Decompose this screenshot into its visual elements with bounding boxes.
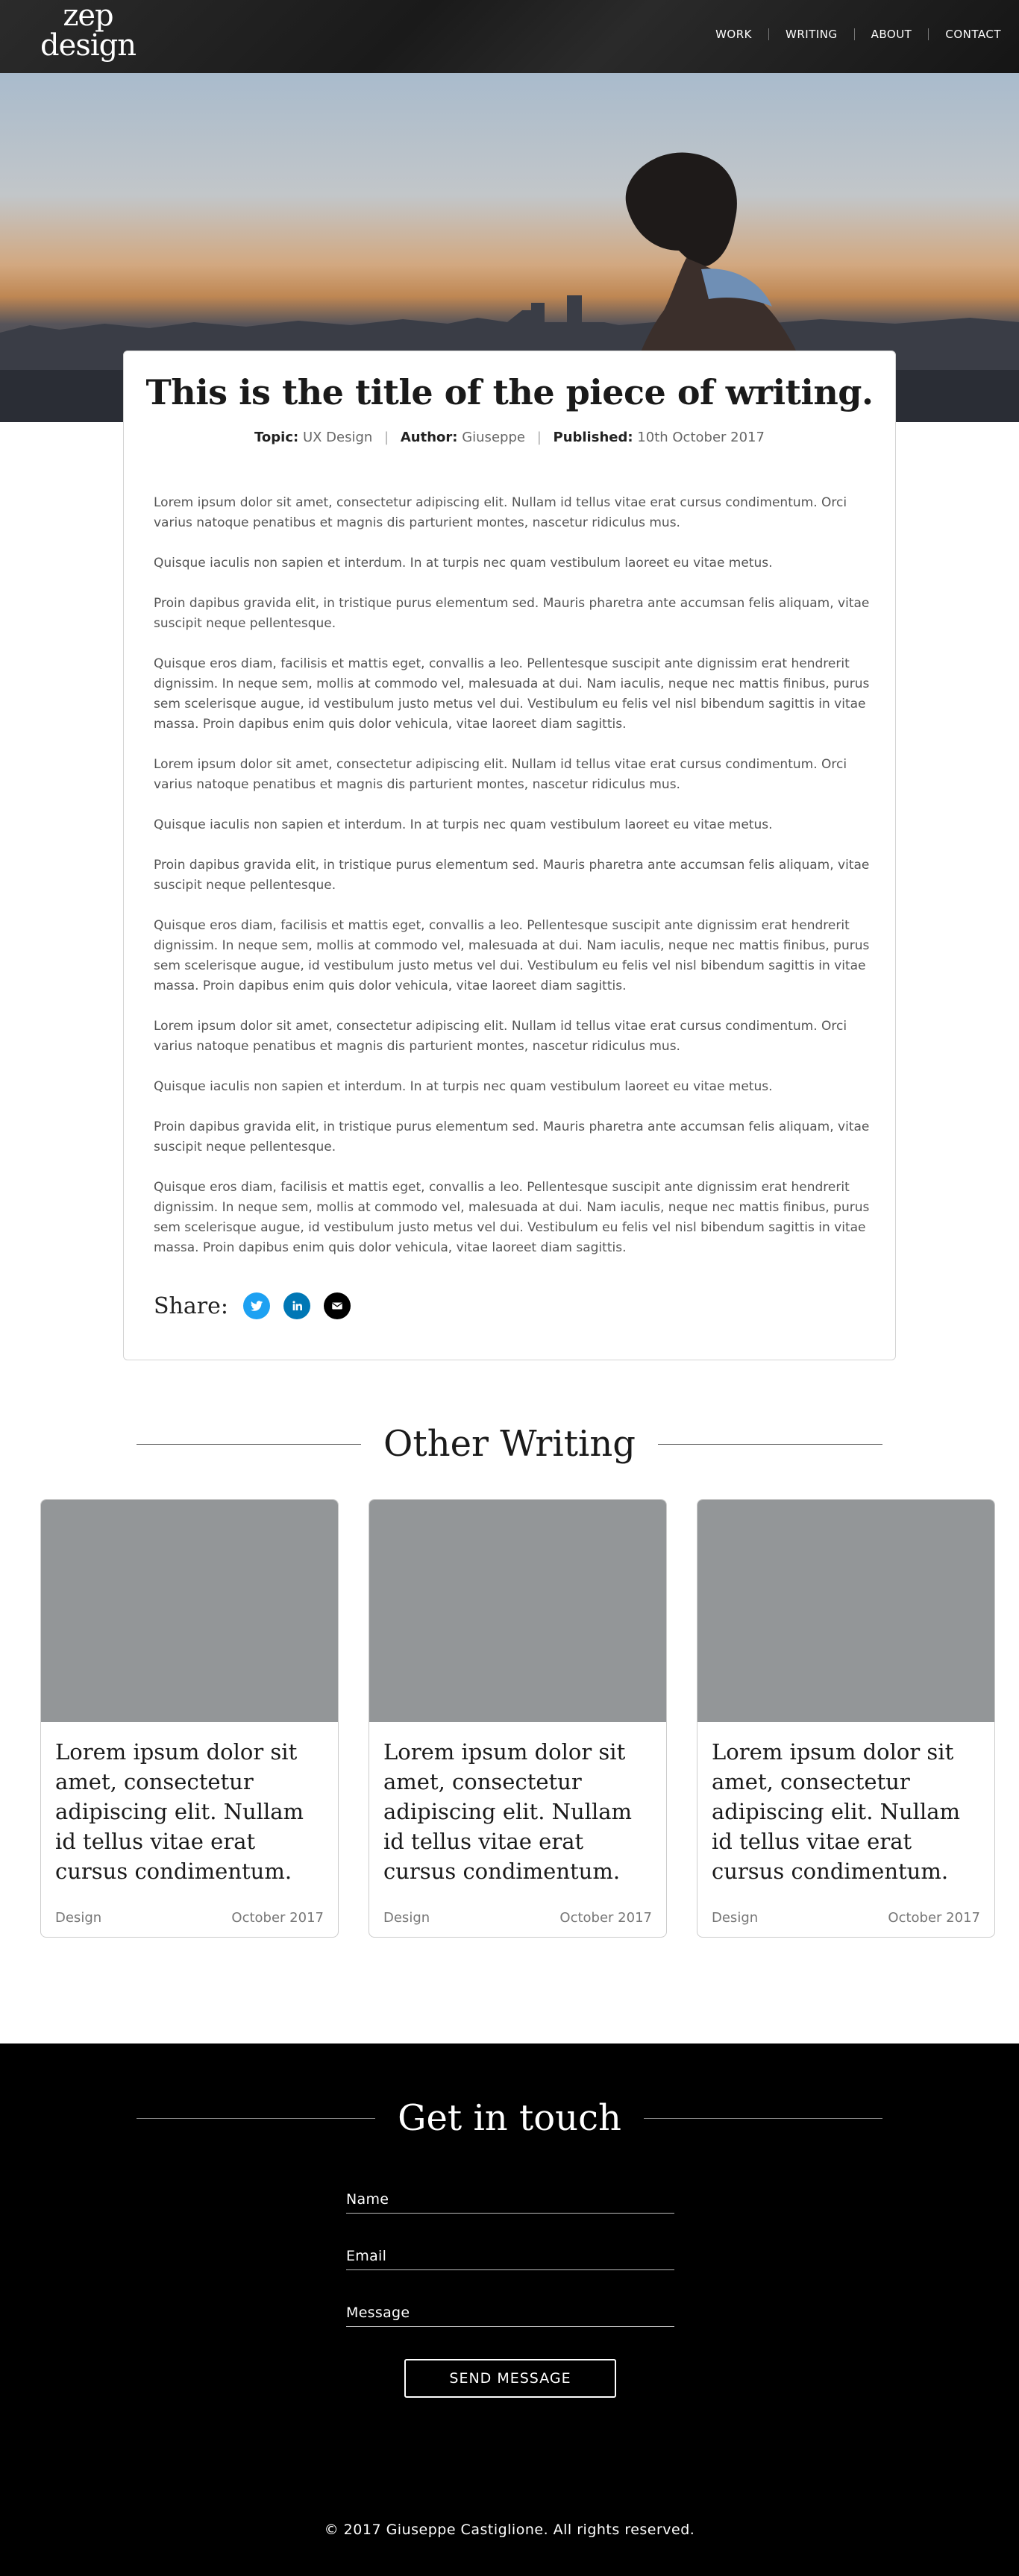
meta-divider: | bbox=[536, 430, 542, 445]
card-category: Design bbox=[55, 1910, 102, 1926]
card-category: Design bbox=[712, 1910, 759, 1926]
linkedin-icon[interactable] bbox=[283, 1292, 310, 1319]
divider-line bbox=[643, 2117, 882, 2119]
message-field[interactable]: Message bbox=[346, 2297, 674, 2327]
nav-link-about[interactable]: ABOUT bbox=[853, 28, 929, 40]
divider-line bbox=[657, 1443, 883, 1445]
share-bar: Share: bbox=[154, 1292, 364, 1319]
card-date: October 2017 bbox=[559, 1910, 652, 1926]
divider-line bbox=[137, 2117, 376, 2119]
paragraph: Quisque eros diam, facilisis et mattis e… bbox=[154, 918, 870, 993]
name-field[interactable]: Name bbox=[346, 2184, 674, 2214]
contact-header: Get in touch bbox=[137, 2097, 882, 2139]
published-label: Published: bbox=[553, 430, 633, 445]
share-label: Share: bbox=[154, 1292, 228, 1319]
topic-value: UX Design bbox=[302, 430, 373, 445]
card-date: October 2017 bbox=[231, 1910, 324, 1926]
logo[interactable]: zep design bbox=[36, 1, 140, 61]
meta-divider: | bbox=[384, 430, 389, 445]
paragraph: Quisque iaculis non sapien et interdum. … bbox=[154, 1079, 773, 1094]
name-label: Name bbox=[346, 2191, 389, 2208]
published-value: 10th October 2017 bbox=[637, 430, 765, 445]
card-image-placeholder bbox=[41, 1500, 338, 1722]
nav-link-work[interactable]: WORK bbox=[699, 28, 768, 40]
paragraph: Lorem ipsum dolor sit amet, consectetur … bbox=[154, 495, 847, 530]
other-writing-header: Other Writing bbox=[137, 1423, 883, 1465]
card-title[interactable]: Lorem ipsum dolor sit amet, consectetur … bbox=[712, 1737, 984, 1886]
card-image-placeholder bbox=[697, 1500, 994, 1722]
nav-links: WORK WRITING ABOUT CONTACT bbox=[699, 28, 1001, 40]
article-body: Lorem ipsum dolor sit amet, consectetur … bbox=[154, 493, 870, 1278]
article-card: This is the title of the piece of writin… bbox=[123, 351, 896, 1360]
paragraph: Proin dapibus gravida elit, in tristique… bbox=[154, 1119, 870, 1155]
topic-label: Topic: bbox=[254, 430, 299, 445]
paragraph: Quisque eros diam, facilisis et mattis e… bbox=[154, 656, 870, 732]
logo-line-2: design bbox=[40, 28, 137, 63]
author-value: Giuseppe bbox=[462, 430, 525, 445]
article-meta: Topic: UX Design | Author: Giuseppe | Pu… bbox=[124, 430, 895, 445]
nav-link-contact[interactable]: CONTACT bbox=[928, 28, 1001, 40]
send-message-button[interactable]: SEND MESSAGE bbox=[404, 2359, 616, 2398]
writing-card[interactable]: Lorem ipsum dolor sit amet, consectetur … bbox=[40, 1499, 339, 1938]
twitter-icon[interactable] bbox=[242, 1292, 270, 1319]
writing-card[interactable]: Lorem ipsum dolor sit amet, consectetur … bbox=[369, 1499, 667, 1938]
paragraph: Proin dapibus gravida elit, in tristique… bbox=[154, 858, 870, 893]
divider-line bbox=[137, 1443, 362, 1445]
email-field[interactable]: Email bbox=[346, 2240, 674, 2270]
email-label: Email bbox=[346, 2248, 387, 2264]
card-title[interactable]: Lorem ipsum dolor sit amet, consectetur … bbox=[55, 1737, 327, 1886]
article-title: This is the title of the piece of writin… bbox=[145, 372, 874, 412]
contact-heading: Get in touch bbox=[398, 2097, 621, 2139]
card-date: October 2017 bbox=[888, 1910, 980, 1926]
paragraph: Lorem ipsum dolor sit amet, consectetur … bbox=[154, 757, 847, 792]
paragraph: Lorem ipsum dolor sit amet, consectetur … bbox=[154, 1019, 847, 1054]
nav-link-writing[interactable]: WRITING bbox=[768, 28, 854, 40]
message-label: Message bbox=[346, 2305, 410, 2321]
card-title[interactable]: Lorem ipsum dolor sit amet, consectetur … bbox=[383, 1737, 656, 1886]
writing-card[interactable]: Lorem ipsum dolor sit amet, consectetur … bbox=[697, 1499, 995, 1938]
paragraph: Quisque eros diam, facilisis et mattis e… bbox=[154, 1180, 870, 1255]
card-category: Design bbox=[383, 1910, 430, 1926]
card-image-placeholder bbox=[369, 1500, 666, 1722]
copyright: © 2017 Giuseppe Castiglione. All rights … bbox=[324, 2522, 695, 2538]
logo-line-1: zep bbox=[63, 0, 113, 33]
top-nav: zep design WORK WRITING ABOUT CONTACT bbox=[0, 0, 1019, 73]
other-writing-heading: Other Writing bbox=[383, 1423, 636, 1465]
author-label: Author: bbox=[400, 430, 458, 445]
paragraph: Quisque iaculis non sapien et interdum. … bbox=[154, 817, 773, 832]
email-icon[interactable] bbox=[323, 1292, 351, 1319]
paragraph: Quisque iaculis non sapien et interdum. … bbox=[154, 556, 773, 571]
paragraph: Proin dapibus gravida elit, in tristique… bbox=[154, 596, 870, 631]
